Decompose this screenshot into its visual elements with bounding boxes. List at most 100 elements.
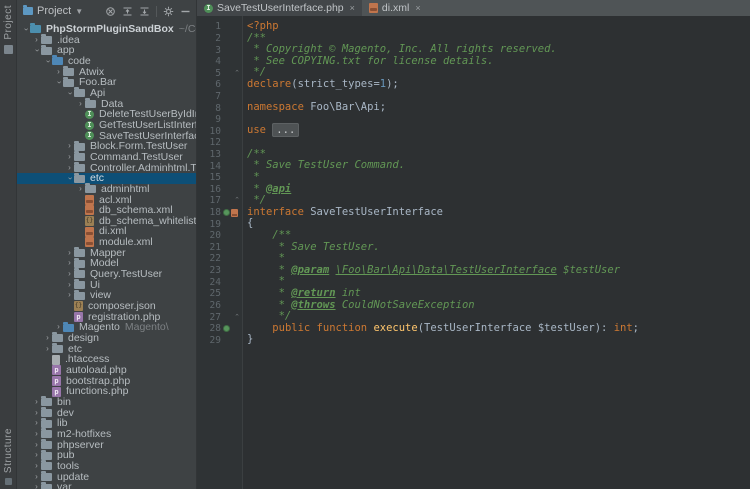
line-number[interactable]: 15: [197, 172, 221, 183]
tree-item-magento[interactable]: ›MagentoMagento\: [17, 322, 196, 333]
tree-toggle-icon[interactable]: ›: [43, 333, 52, 344]
code-line-26[interactable]: * @throws CouldNotSaveException: [247, 300, 750, 312]
code-editor[interactable]: <?php/** * Copyright © Magento, Inc. All…: [243, 16, 750, 489]
close-tab-icon[interactable]: ×: [350, 3, 355, 13]
tree-item-m2-hotfixes[interactable]: ›m2-hotfixes: [17, 429, 196, 440]
line-number[interactable]: 29: [197, 335, 221, 346]
tree-item-adminhtml[interactable]: ›adminhtml: [17, 184, 196, 195]
tree-toggle-icon[interactable]: ›: [32, 429, 41, 440]
tree-item-foo-bar[interactable]: ›Foo.Bar: [17, 77, 196, 88]
tree-item-api[interactable]: ›Api: [17, 88, 196, 99]
tree-toggle-icon[interactable]: ›: [32, 461, 41, 472]
tree-toggle-icon[interactable]: ›: [32, 408, 41, 419]
structure-tool-icon[interactable]: [5, 478, 12, 485]
code-line-29[interactable]: }: [247, 334, 750, 346]
tree-item--idea[interactable]: ›.idea: [17, 35, 196, 46]
tree-toggle-icon[interactable]: ›: [54, 67, 63, 78]
editor-tab-di-xml[interactable]: di.xml×: [362, 0, 428, 16]
code-line-14[interactable]: * Save TestUser Command.: [247, 160, 750, 172]
tree-item-command-testuser[interactable]: ›Command.TestUser: [17, 152, 196, 163]
tree-toggle-icon[interactable]: ›: [65, 141, 74, 152]
tree-item-dev[interactable]: ›dev: [17, 408, 196, 419]
tree-toggle-icon[interactable]: ›: [32, 450, 41, 461]
tree-item-app[interactable]: ›app: [17, 45, 196, 56]
line-number[interactable]: 3: [197, 45, 221, 56]
tree-toggle-icon[interactable]: ›: [32, 35, 41, 46]
structure-stripe-button[interactable]: Structure: [3, 428, 14, 473]
expand-all-button[interactable]: [139, 6, 150, 17]
locate-file-button[interactable]: [105, 6, 116, 17]
code-line-23[interactable]: * @param \Foo\Bar\Api\Data\TestUserInter…: [247, 265, 750, 277]
code-line-19[interactable]: {: [247, 218, 750, 230]
tree-toggle-icon[interactable]: ›: [32, 397, 41, 408]
tree-toggle-icon[interactable]: ›: [65, 163, 74, 174]
tree-toggle-icon[interactable]: ›: [65, 290, 74, 301]
code-line-10[interactable]: use ...: [247, 125, 750, 137]
folded-region[interactable]: ...: [272, 123, 299, 137]
code-line-16[interactable]: * @api: [247, 184, 750, 196]
fold-marker-icon[interactable]: ⌃: [234, 314, 240, 321]
code-line-21[interactable]: * Save TestUser.: [247, 242, 750, 254]
editor-tab-savetestuserinterface-php[interactable]: SaveTestUserInterface.php×: [197, 0, 362, 16]
tree-item-query-testuser[interactable]: ›Query.TestUser: [17, 269, 196, 280]
line-number[interactable]: 16: [197, 184, 221, 195]
tree-item-phpserver[interactable]: ›phpserver: [17, 440, 196, 451]
tree-item-var[interactable]: ›var: [17, 482, 196, 489]
line-number[interactable]: 17: [197, 195, 221, 206]
code-line-9[interactable]: [247, 114, 750, 126]
project-stripe-button[interactable]: Project: [3, 5, 14, 40]
tree-toggle-icon[interactable]: ›: [65, 269, 74, 280]
line-number[interactable]: 8: [197, 103, 221, 114]
line-number[interactable]: 14: [197, 161, 221, 172]
code-line-15[interactable]: *: [247, 172, 750, 184]
line-number[interactable]: 9: [197, 114, 221, 125]
fold-marker-icon[interactable]: ⌃: [234, 70, 240, 77]
line-number[interactable]: 7: [197, 91, 221, 102]
line-number[interactable]: 24: [197, 277, 221, 288]
line-number[interactable]: 18: [197, 207, 221, 218]
hide-panel-button[interactable]: [180, 6, 191, 17]
tree-item-update[interactable]: ›update: [17, 472, 196, 483]
tree-toggle-icon[interactable]: ›: [65, 258, 74, 269]
tree-toggle-icon[interactable]: ›: [32, 440, 41, 451]
project-tool-icon[interactable]: [4, 45, 13, 54]
line-number[interactable]: 21: [197, 242, 221, 253]
line-number[interactable]: 13: [197, 149, 221, 160]
line-number[interactable]: 5: [197, 68, 221, 79]
code-line-4[interactable]: * See COPYING.txt for license details.: [247, 56, 750, 68]
close-tab-icon[interactable]: ×: [415, 3, 420, 13]
line-number[interactable]: 27: [197, 312, 221, 323]
line-number[interactable]: 10: [197, 126, 221, 137]
tree-toggle-icon[interactable]: ›: [65, 248, 74, 259]
fold-marker-icon[interactable]: ⌃: [234, 197, 240, 204]
settings-gear-icon[interactable]: [163, 6, 174, 17]
line-number[interactable]: 22: [197, 253, 221, 264]
line-number[interactable]: 12: [197, 137, 221, 148]
tree-item-tools[interactable]: ›tools: [17, 461, 196, 472]
tree-toggle-icon[interactable]: ›: [76, 184, 85, 195]
tree-toggle-icon[interactable]: ›: [32, 418, 41, 429]
code-line-8[interactable]: namespace Foo\Bar\Api;: [247, 102, 750, 114]
code-line-6[interactable]: declare(strict_types=1);: [247, 79, 750, 91]
code-line-28[interactable]: public function execute(TestUserInterfac…: [247, 323, 750, 335]
line-number[interactable]: 4: [197, 56, 221, 67]
line-number[interactable]: 1: [197, 21, 221, 32]
tree-toggle-icon[interactable]: ›: [65, 152, 74, 163]
line-number[interactable]: 28: [197, 323, 221, 334]
tree-item-gettestuserlistinterface-php[interactable]: GetTestUserListInterface.php: [17, 120, 196, 131]
implemented-marker-icon[interactable]: [223, 325, 230, 332]
implemented-marker-icon[interactable]: [223, 209, 230, 216]
tree-toggle-icon[interactable]: ›: [43, 344, 52, 355]
tree-toggle-icon[interactable]: ›: [32, 472, 41, 483]
tree-toggle-icon[interactable]: ›: [32, 482, 41, 489]
collapse-all-button[interactable]: [122, 6, 133, 17]
line-number[interactable]: 23: [197, 265, 221, 276]
code-line-18[interactable]: interface SaveTestUserInterface: [247, 207, 750, 219]
line-number[interactable]: 2: [197, 33, 221, 44]
line-number[interactable]: 19: [197, 219, 221, 230]
line-number[interactable]: 20: [197, 230, 221, 241]
code-line-12[interactable]: [247, 137, 750, 149]
line-number[interactable]: 26: [197, 300, 221, 311]
tree-item-code[interactable]: ›code: [17, 56, 196, 67]
code-line-1[interactable]: <?php: [247, 21, 750, 33]
